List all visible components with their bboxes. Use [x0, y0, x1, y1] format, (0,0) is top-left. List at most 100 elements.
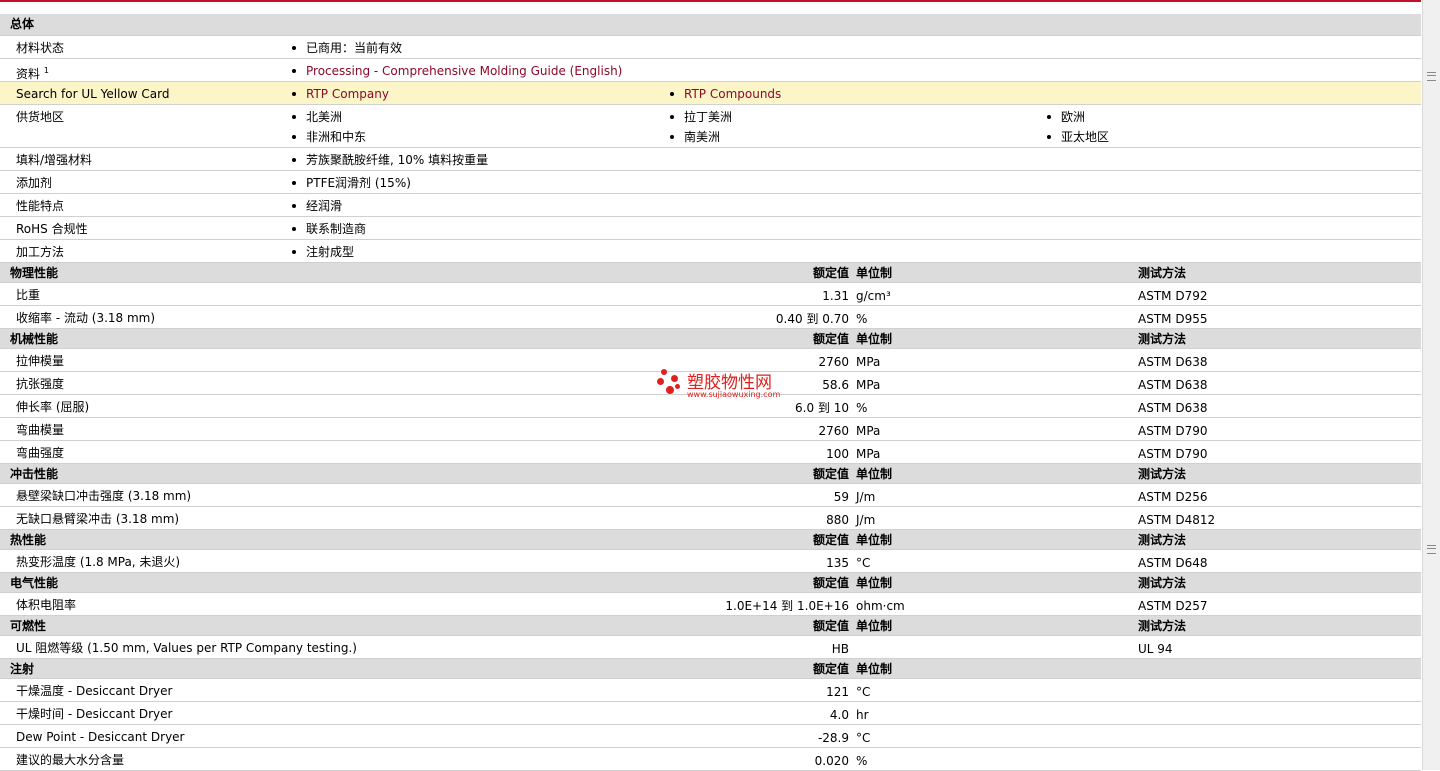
bullet-icon: [292, 134, 296, 139]
property-value: 59: [833, 490, 849, 504]
list-item: PTFE润滑剂 (15%): [292, 175, 411, 191]
section-title: 注射: [10, 662, 35, 676]
property-unit: %: [856, 754, 868, 768]
property-value: 1.31: [822, 289, 849, 303]
section-title: 机械性能: [10, 332, 59, 346]
section-title: 物理性能: [10, 266, 59, 280]
property-unit: %: [856, 312, 868, 326]
property-test-method: ASTM D256: [1138, 490, 1208, 504]
row-label: 添加剂: [16, 176, 53, 190]
property-name: 抗张强度: [16, 377, 65, 391]
section-physical-header: 物理性能 额定值 单位制 测试方法: [0, 263, 1421, 283]
nominal-header: 额定值: [812, 662, 849, 676]
property-name: 干燥时间 - Desiccant Dryer: [16, 707, 173, 721]
property-value: 2760: [818, 424, 849, 438]
property-name: 干燥温度 - Desiccant Dryer: [16, 684, 173, 698]
section-title: 可燃性: [10, 619, 47, 633]
unit-header: 单位制: [856, 619, 893, 633]
property-row: 体积电阻率 1.0E+14 到 1.0E+16 ohm·cm ASTM D257: [0, 593, 1421, 616]
property-test-method: UL 94: [1138, 642, 1173, 656]
nominal-header: 额定值: [812, 619, 849, 633]
list-item: 亚太地区: [1047, 129, 1109, 145]
property-value: 58.6: [822, 378, 849, 392]
test-method-header: 测试方法: [1138, 533, 1187, 547]
list-item: Processing - Comprehensive Molding Guide…: [292, 63, 622, 79]
list-item: 非洲和中东: [292, 129, 366, 145]
unit-header: 单位制: [856, 576, 893, 590]
property-test-method: ASTM D955: [1138, 312, 1208, 326]
property-unit: °C: [856, 556, 871, 570]
section-title: 热性能: [10, 533, 47, 547]
section-title: 电气性能: [10, 576, 59, 590]
scroll-grip-icon[interactable]: [1427, 72, 1436, 81]
property-name: 比重: [16, 288, 41, 302]
property-value: 4.0: [829, 708, 849, 722]
property-unit: J/m: [856, 490, 876, 504]
property-name: 伸长率 (屈服): [16, 400, 90, 414]
list-item: RTP Company: [292, 86, 389, 102]
section-title: 冲击性能: [10, 467, 59, 481]
item-text: 已商用：当前有效: [306, 41, 403, 55]
bullet-icon: [292, 249, 296, 254]
property-test-method: ASTM D790: [1138, 447, 1208, 461]
rtp-company-link[interactable]: RTP Company: [306, 87, 389, 101]
list-item: 联系制造商: [292, 221, 366, 237]
section-title: 总体: [10, 17, 35, 31]
label-text: 资料: [16, 67, 41, 81]
item-text: 北美洲: [306, 110, 343, 124]
property-row: Dew Point - Desiccant Dryer -28.9 °C: [0, 725, 1421, 748]
bullet-icon: [670, 114, 674, 119]
property-test-method: ASTM D648: [1138, 556, 1208, 570]
property-row: UL 阻燃等级 (1.50 mm, Values per RTP Company…: [0, 636, 1421, 659]
test-method-header: 测试方法: [1138, 467, 1187, 481]
property-name: 体积电阻率: [16, 598, 77, 612]
watermark-logo: 塑胶物性网 www.sujiaowuxing.com: [655, 367, 795, 403]
bullet-icon: [292, 91, 296, 96]
property-unit: hr: [856, 708, 869, 722]
property-row: 弯曲强度 100 MPa ASTM D790: [0, 441, 1421, 464]
general-row-filler: 填料/增强材料 芳族聚酰胺纤维, 10% 填料按重量: [0, 148, 1421, 171]
property-name: 悬壁梁缺口冲击强度 (3.18 mm): [16, 489, 192, 503]
property-test-method: ASTM D257: [1138, 599, 1208, 613]
list-item: RTP Compounds: [670, 86, 781, 102]
vertical-scrollbar[interactable]: [1422, 0, 1440, 770]
bullet-icon: [292, 157, 296, 162]
list-item: 欧洲: [1047, 109, 1085, 125]
property-row: 悬壁梁缺口冲击强度 (3.18 mm) 59 J/m ASTM D256: [0, 484, 1421, 507]
property-name: Dew Point - Desiccant Dryer: [16, 730, 185, 744]
property-test-method: ASTM D792: [1138, 289, 1208, 303]
general-row-additive: 添加剂 PTFE润滑剂 (15%): [0, 171, 1421, 194]
property-value: 135: [826, 556, 849, 570]
rtp-compounds-link[interactable]: RTP Compounds: [684, 87, 781, 101]
nominal-header: 额定值: [812, 576, 849, 590]
list-item: 拉丁美洲: [670, 109, 732, 125]
item-text: 芳族聚酰胺纤维, 10% 填料按重量: [306, 153, 489, 167]
nominal-header: 额定值: [812, 533, 849, 547]
property-value: 0.020: [814, 754, 849, 768]
item-text: 亚太地区: [1061, 130, 1110, 144]
property-test-method: ASTM D638: [1138, 401, 1208, 415]
nominal-header: 额定值: [812, 266, 849, 280]
property-name: 建议的最大水分含量: [16, 753, 125, 767]
item-text: 欧洲: [1061, 110, 1086, 124]
property-unit: MPa: [856, 378, 881, 392]
property-name: UL 阻燃等级 (1.50 mm, Values per RTP Company…: [16, 641, 357, 655]
property-value: 121: [826, 685, 849, 699]
section-impact-header: 冲击性能 额定值 单位制 测试方法: [0, 464, 1421, 484]
logo-dot: [671, 375, 678, 382]
property-row: 比重 1.31 g/cm³ ASTM D792: [0, 283, 1421, 306]
property-test-method: ASTM D4812: [1138, 513, 1216, 527]
property-row: 无缺口悬臂梁冲击 (3.18 mm) 880 J/m ASTM D4812: [0, 507, 1421, 530]
molding-guide-link[interactable]: Processing - Comprehensive Molding Guide…: [306, 64, 622, 78]
bullet-icon: [1047, 114, 1051, 119]
bullet-icon: [292, 68, 296, 73]
general-row-rohs: RoHS 合规性 联系制造商: [0, 217, 1421, 240]
property-name: 无缺口悬臂梁冲击 (3.18 mm): [16, 512, 180, 526]
property-unit: MPa: [856, 447, 881, 461]
row-label: 供货地区: [16, 110, 65, 124]
scroll-grip-icon[interactable]: [1427, 545, 1436, 554]
property-unit: g/cm³: [856, 289, 891, 303]
general-row-features: 性能特点 经润滑: [0, 194, 1421, 217]
general-row-docs: 资料 1 Processing - Comprehensive Molding …: [0, 59, 1421, 82]
row-label: 资料 1: [16, 63, 49, 82]
